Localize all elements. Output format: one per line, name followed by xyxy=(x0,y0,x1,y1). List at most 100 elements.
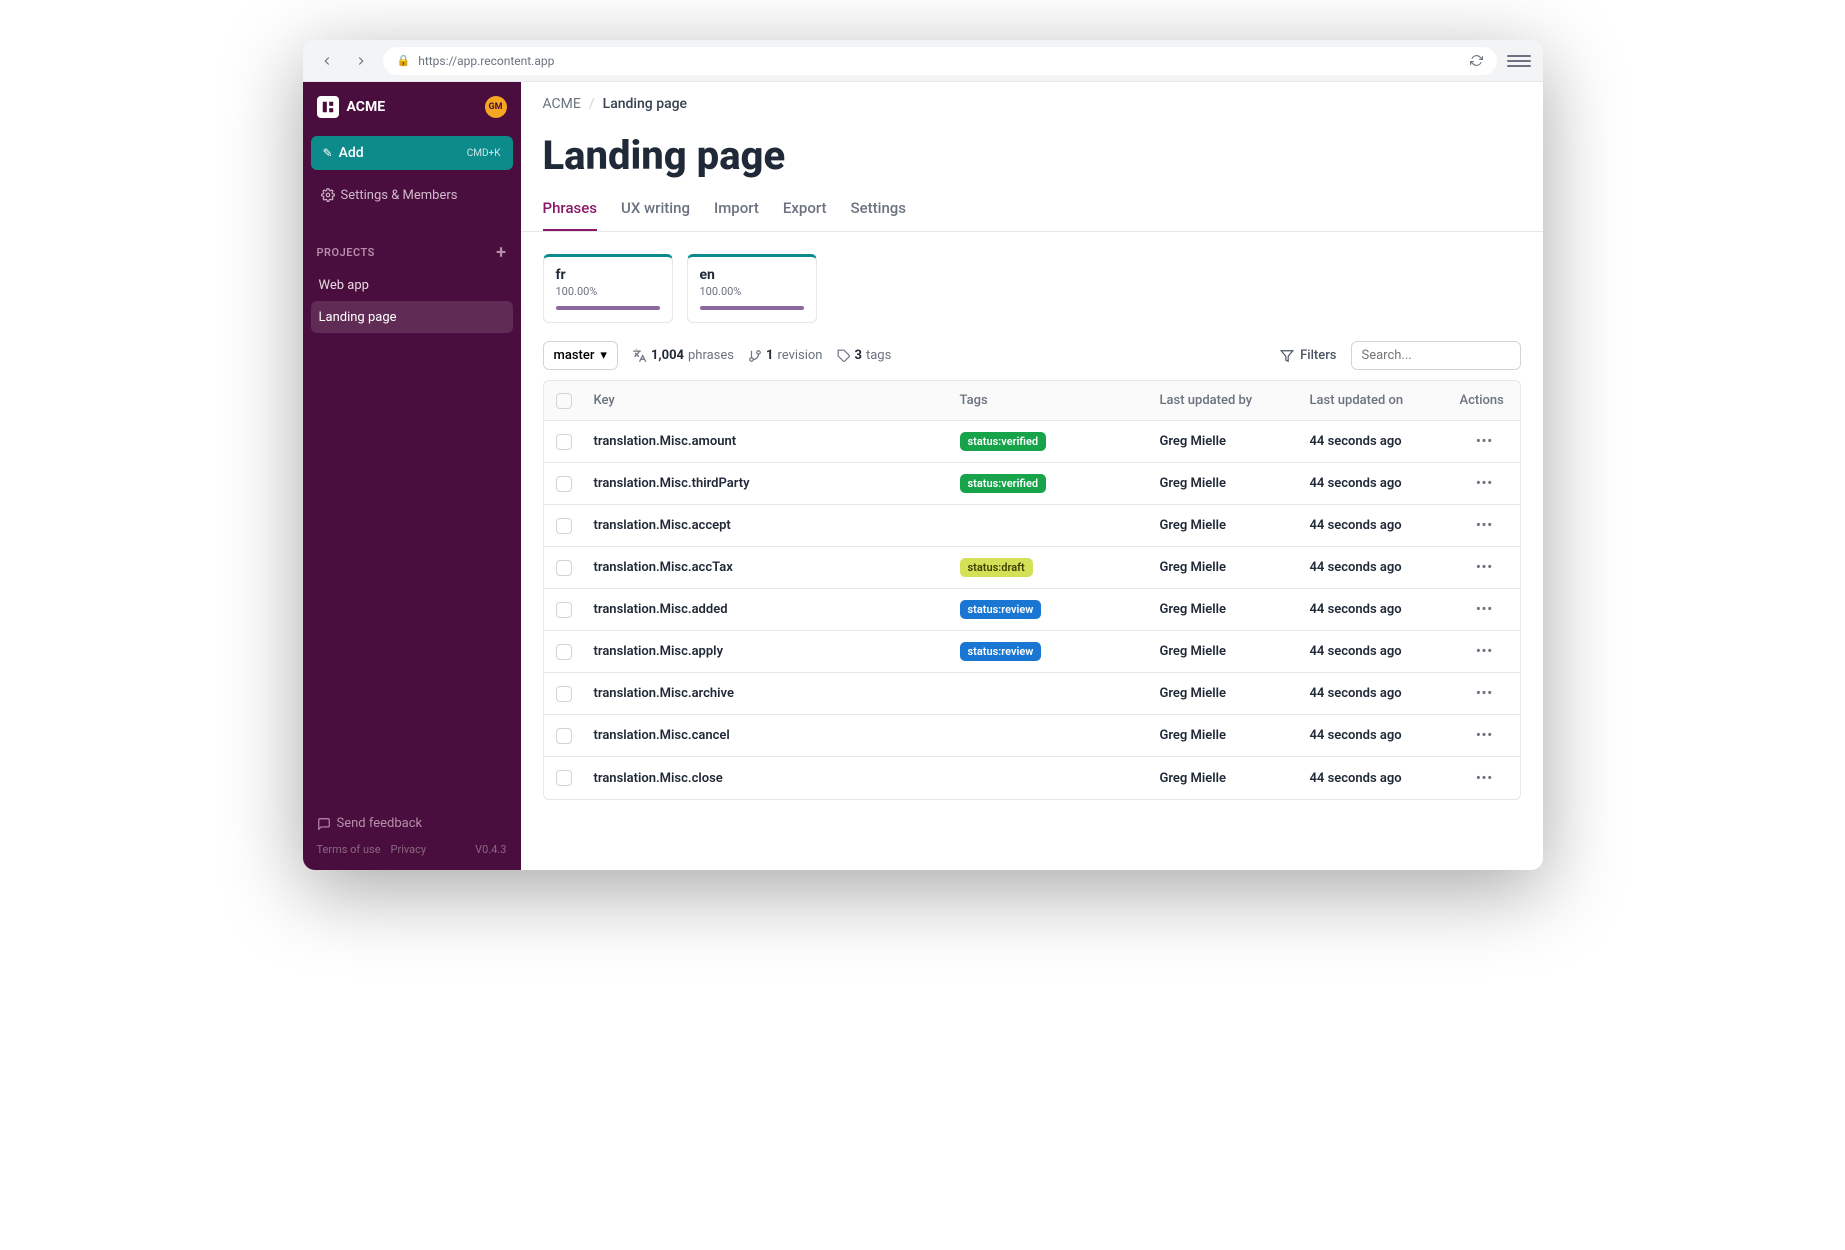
phrases-table: Key Tags Last updated by Last updated on… xyxy=(543,380,1521,800)
sidebar-project-item[interactable]: Web app xyxy=(311,269,513,301)
add-label: Add xyxy=(339,145,364,161)
page-title: Landing page xyxy=(521,112,1543,185)
table-row[interactable]: translation.Misc.accTax status:draft Gre… xyxy=(544,547,1520,589)
row-checkbox[interactable] xyxy=(556,476,572,492)
status-tag: status:verified xyxy=(960,432,1047,451)
table-row[interactable]: translation.Misc.close Greg Mielle 44 se… xyxy=(544,757,1520,799)
table-row[interactable]: translation.Misc.cancel Greg Mielle 44 s… xyxy=(544,715,1520,757)
updated-on: 44 seconds ago xyxy=(1300,560,1450,575)
language-card-en[interactable]: en 100.00% xyxy=(687,254,817,323)
col-updated-on[interactable]: Last updated on xyxy=(1300,393,1450,408)
branch-select[interactable]: master ▾ xyxy=(543,341,618,370)
phrase-key: translation.Misc.accTax xyxy=(584,560,950,575)
terms-link[interactable]: Terms of use xyxy=(317,843,381,856)
row-checkbox[interactable] xyxy=(556,728,572,744)
back-button[interactable] xyxy=(315,49,339,73)
chevron-down-icon: ▾ xyxy=(600,348,607,363)
language-percent: 100.00% xyxy=(700,285,804,298)
status-tag: status:review xyxy=(960,600,1042,619)
tab-export[interactable]: Export xyxy=(783,199,827,231)
row-checkbox[interactable] xyxy=(556,560,572,576)
tab-ux-writing[interactable]: UX writing xyxy=(621,199,690,231)
breadcrumb-root[interactable]: ACME xyxy=(543,96,581,112)
feedback-icon xyxy=(317,817,331,831)
filters-button[interactable]: Filters xyxy=(1280,348,1336,363)
sidebar-item-settings[interactable]: Settings & Members xyxy=(311,178,513,212)
send-feedback-link[interactable]: Send feedback xyxy=(317,816,507,831)
phrase-key: translation.Misc.added xyxy=(584,602,950,617)
table-row[interactable]: translation.Misc.apply status:review Gre… xyxy=(544,631,1520,673)
row-actions-button[interactable]: ••• xyxy=(1450,434,1520,449)
tab-phrases[interactable]: Phrases xyxy=(543,199,598,231)
language-progress xyxy=(700,306,804,310)
tags-cell: status:verified xyxy=(950,474,1150,493)
table-row[interactable]: translation.Misc.thirdParty status:verif… xyxy=(544,463,1520,505)
row-checkbox[interactable] xyxy=(556,686,572,702)
row-checkbox[interactable] xyxy=(556,644,572,660)
filter-icon xyxy=(1280,349,1294,363)
avatar[interactable]: GM xyxy=(485,96,507,118)
tab-settings[interactable]: Settings xyxy=(851,199,907,231)
language-code: en xyxy=(700,267,804,283)
row-actions-button[interactable]: ••• xyxy=(1450,476,1520,491)
updated-by: Greg Mielle xyxy=(1150,602,1300,617)
table-row[interactable]: translation.Misc.accept Greg Mielle 44 s… xyxy=(544,505,1520,547)
select-all-checkbox[interactable] xyxy=(556,393,572,409)
forward-button[interactable] xyxy=(349,49,373,73)
row-actions-button[interactable]: ••• xyxy=(1450,602,1520,617)
table-row[interactable]: translation.Misc.amount status:verified … xyxy=(544,421,1520,463)
tags-cell: status:review xyxy=(950,600,1150,619)
row-checkbox[interactable] xyxy=(556,770,572,786)
add-button[interactable]: ✎ Add CMD+K xyxy=(311,136,513,170)
updated-by: Greg Mielle xyxy=(1150,518,1300,533)
phrase-key: translation.Misc.amount xyxy=(584,434,950,449)
language-percent: 100.00% xyxy=(556,285,660,298)
updated-on: 44 seconds ago xyxy=(1300,644,1450,659)
browser-menu-button[interactable] xyxy=(1507,49,1531,73)
phrase-key: translation.Misc.accept xyxy=(584,518,950,533)
row-actions-button[interactable]: ••• xyxy=(1450,644,1520,659)
updated-by: Greg Mielle xyxy=(1150,434,1300,449)
language-card-fr[interactable]: fr 100.00% xyxy=(543,254,673,323)
tags-cell: status:review xyxy=(950,642,1150,661)
table-row[interactable]: translation.Misc.added status:review Gre… xyxy=(544,589,1520,631)
privacy-link[interactable]: Privacy xyxy=(391,843,427,856)
workspace-header[interactable]: ACME GM xyxy=(303,96,521,136)
tag-icon xyxy=(837,349,851,363)
updated-on: 44 seconds ago xyxy=(1300,434,1450,449)
tab-import[interactable]: Import xyxy=(714,199,759,231)
col-tags[interactable]: Tags xyxy=(950,393,1150,408)
breadcrumb: ACME / Landing page xyxy=(521,82,1543,112)
updated-on: 44 seconds ago xyxy=(1300,518,1450,533)
updated-on: 44 seconds ago xyxy=(1300,686,1450,701)
language-code: fr xyxy=(556,267,660,283)
phrase-key: translation.Misc.thirdParty xyxy=(584,476,950,491)
phrase-key: translation.Misc.close xyxy=(584,771,950,786)
row-checkbox[interactable] xyxy=(556,518,572,534)
row-actions-button[interactable]: ••• xyxy=(1450,686,1520,701)
row-actions-button[interactable]: ••• xyxy=(1450,560,1520,575)
phrase-key: translation.Misc.apply xyxy=(584,644,950,659)
updated-by: Greg Mielle xyxy=(1150,476,1300,491)
workspace-name: ACME xyxy=(347,99,386,115)
col-updated-by[interactable]: Last updated by xyxy=(1150,393,1300,408)
search-input[interactable] xyxy=(1351,341,1521,370)
url-bar[interactable]: 🔒 https://app.recontent.app xyxy=(383,47,1497,75)
tags-cell: status:draft xyxy=(950,558,1150,577)
branch-icon xyxy=(748,349,762,363)
status-tag: status:review xyxy=(960,642,1042,661)
updated-on: 44 seconds ago xyxy=(1300,771,1450,786)
add-project-button[interactable]: + xyxy=(496,242,506,263)
sidebar-project-item[interactable]: Landing page xyxy=(311,301,513,333)
refresh-button[interactable] xyxy=(1470,54,1483,67)
lock-icon: 🔒 xyxy=(397,54,411,67)
row-actions-button[interactable]: ••• xyxy=(1450,771,1520,786)
row-checkbox[interactable] xyxy=(556,434,572,450)
version-label: V0.4.3 xyxy=(475,843,506,856)
updated-on: 44 seconds ago xyxy=(1300,476,1450,491)
row-actions-button[interactable]: ••• xyxy=(1450,728,1520,743)
row-actions-button[interactable]: ••• xyxy=(1450,518,1520,533)
row-checkbox[interactable] xyxy=(556,602,572,618)
col-key[interactable]: Key xyxy=(584,393,950,408)
table-row[interactable]: translation.Misc.archive Greg Mielle 44 … xyxy=(544,673,1520,715)
